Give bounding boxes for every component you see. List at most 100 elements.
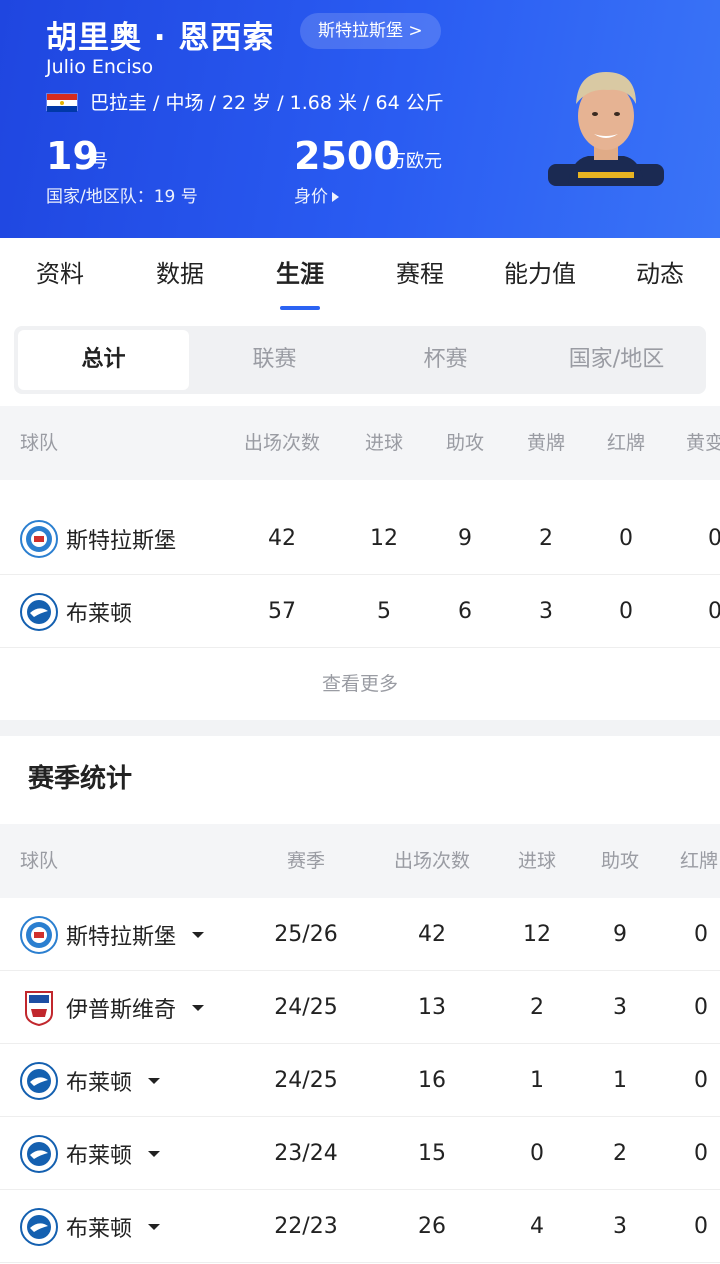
team-name: 布莱顿 — [66, 1216, 133, 1242]
tab-career[interactable]: 生涯 — [240, 238, 360, 310]
header-red: 红牌 — [606, 432, 646, 454]
segment-league[interactable]: 联赛 — [189, 330, 360, 390]
assists-value: 9 — [613, 922, 627, 947]
team-name: 斯特拉斯堡 — [66, 924, 177, 950]
apps-value: 13 — [418, 995, 446, 1020]
header-assists: 助攻 — [445, 432, 485, 454]
table-row[interactable]: 斯特拉斯堡 25/26 42 12 9 0 — [0, 898, 720, 971]
tab-news[interactable]: 动态 — [600, 238, 720, 310]
tab-bar: 资料 数据 生涯 赛程 能力值 动态 — [0, 238, 720, 310]
club-link-button[interactable]: 斯特拉斯堡 > — [300, 13, 441, 49]
player-info-text: 巴拉圭 / 中场 / 22 岁 / 1.68 米 / 64 公斤 — [90, 92, 444, 114]
player-name-en: Julio Enciso — [46, 56, 154, 78]
market-value-link[interactable]: 身价 — [294, 182, 339, 207]
brighton-logo-icon — [20, 1207, 58, 1246]
market-value-label: 身价 — [294, 187, 328, 207]
table-row[interactable]: 布莱顿 22/23 26 4 3 0 — [0, 1190, 720, 1263]
segment-total[interactable]: 总计 — [18, 330, 189, 390]
second-yellow-value: 0 — [708, 599, 720, 624]
view-more-button[interactable]: 查看更多 — [0, 648, 720, 720]
player-header: 胡里奥 · 恩西索 斯特拉斯堡 > Julio Enciso 巴拉圭 / 中场 … — [0, 0, 720, 238]
header-assists: 助攻 — [600, 850, 640, 872]
caret-down-icon[interactable] — [192, 931, 205, 938]
section-title: 赛季统计 — [28, 764, 133, 794]
tab-ability[interactable]: 能力值 — [480, 238, 600, 310]
apps-value: 57 — [268, 599, 296, 624]
caret-down-icon[interactable] — [148, 1077, 161, 1084]
header-goals: 进球 — [364, 432, 404, 454]
table-row[interactable]: 斯特拉斯堡 42 12 9 2 0 0 — [0, 502, 720, 575]
goals-value: 2 — [530, 995, 544, 1020]
goals-value: 0 — [530, 1141, 544, 1166]
season-stats-section: 赛季统计 球队 赛季 出场次数 进球 助攻 红牌 斯特拉斯堡 25/26 42 … — [0, 736, 720, 1264]
header-red: 红牌 — [680, 850, 719, 872]
strasbourg-logo-icon — [20, 519, 58, 558]
goals-value: 5 — [377, 599, 391, 624]
caret-down-icon[interactable] — [148, 1150, 161, 1157]
paraguay-flag-icon — [46, 92, 78, 112]
segment-cup[interactable]: 杯赛 — [360, 330, 531, 390]
segment-container: 总计 联赛 杯赛 国家/地区 — [0, 310, 720, 406]
ipswich-logo-icon — [25, 990, 53, 1026]
header-season: 赛季 — [286, 850, 326, 872]
apps-value: 42 — [268, 526, 296, 551]
team-cell: 布莱顿 — [20, 1044, 161, 1117]
assists-value: 3 — [613, 1214, 627, 1239]
red-value: 0 — [619, 526, 633, 551]
table-row[interactable]: 布莱顿 57 5 6 3 0 0 — [0, 575, 720, 648]
header-apps: 出场次数 — [243, 432, 321, 454]
brighton-logo-icon — [20, 1061, 58, 1100]
table-row[interactable]: 伊普斯维奇 24/25 13 2 3 0 — [0, 971, 720, 1044]
caret-down-icon[interactable] — [192, 1004, 205, 1011]
season-value: 25/26 — [274, 922, 338, 947]
goals-value: 1 — [530, 1068, 544, 1093]
play-arrow-icon — [332, 192, 339, 202]
table-row[interactable]: 布莱顿 23/24 15 0 2 0 — [0, 1117, 720, 1190]
team-cell: 伊普斯维奇 — [20, 971, 205, 1044]
red-value: 0 — [694, 922, 708, 947]
team-name: 布莱顿 — [66, 601, 133, 627]
apps-value: 42 — [418, 922, 446, 947]
header-second-yellow: 黄变 — [686, 432, 720, 454]
national-team-number: 国家/地区队：19 号 — [46, 187, 198, 207]
player-name: 胡里奥 · 恩西索 — [46, 20, 275, 56]
header-goals: 进球 — [517, 850, 557, 872]
red-value: 0 — [694, 1141, 708, 1166]
apps-value: 15 — [418, 1141, 446, 1166]
team-cell: 布莱顿 — [20, 575, 132, 648]
tab-profile[interactable]: 资料 — [0, 238, 120, 310]
header-apps: 出场次数 — [393, 850, 471, 872]
brighton-logo-icon — [20, 1134, 58, 1173]
apps-value: 16 — [418, 1068, 446, 1093]
header-team: 球队 — [20, 432, 59, 454]
assists-value: 3 — [613, 995, 627, 1020]
strasbourg-logo-icon — [20, 915, 58, 954]
header-yellow: 黄牌 — [526, 432, 566, 454]
caret-down-icon[interactable] — [148, 1223, 161, 1230]
season-value: 22/23 — [274, 1214, 338, 1239]
brighton-logo-icon — [20, 592, 58, 631]
yellow-value: 3 — [539, 599, 553, 624]
season-value: 23/24 — [274, 1141, 338, 1166]
yellow-value: 2 — [539, 526, 553, 551]
red-value: 0 — [619, 599, 633, 624]
team-name: 布莱顿 — [66, 1070, 133, 1096]
table-header: 球队 赛季 出场次数 进球 助攻 红牌 — [0, 824, 720, 898]
competition-filter: 总计 联赛 杯赛 国家/地区 — [14, 326, 706, 394]
goals-value: 4 — [530, 1214, 544, 1239]
table-row[interactable]: 布莱顿 24/25 16 1 1 0 — [0, 1044, 720, 1117]
market-value: 2500 — [294, 134, 400, 178]
segment-national[interactable]: 国家/地区 — [531, 330, 702, 390]
team-cell: 斯特拉斯堡 — [20, 898, 205, 971]
tab-stats[interactable]: 数据 — [120, 238, 240, 310]
team-cell: 布莱顿 — [20, 1117, 161, 1190]
season-value: 24/25 — [274, 1068, 338, 1093]
red-value: 0 — [694, 1214, 708, 1239]
assists-value: 2 — [613, 1141, 627, 1166]
tab-schedule[interactable]: 赛程 — [360, 238, 480, 310]
career-table: 球队 出场次数 进球 助攻 黄牌 红牌 黄变 斯特拉斯堡 42 12 9 2 0… — [0, 406, 720, 720]
market-value-unit: 万欧元 — [388, 151, 442, 172]
assists-value: 9 — [458, 526, 472, 551]
red-value: 0 — [694, 1068, 708, 1093]
red-value: 0 — [694, 995, 708, 1020]
